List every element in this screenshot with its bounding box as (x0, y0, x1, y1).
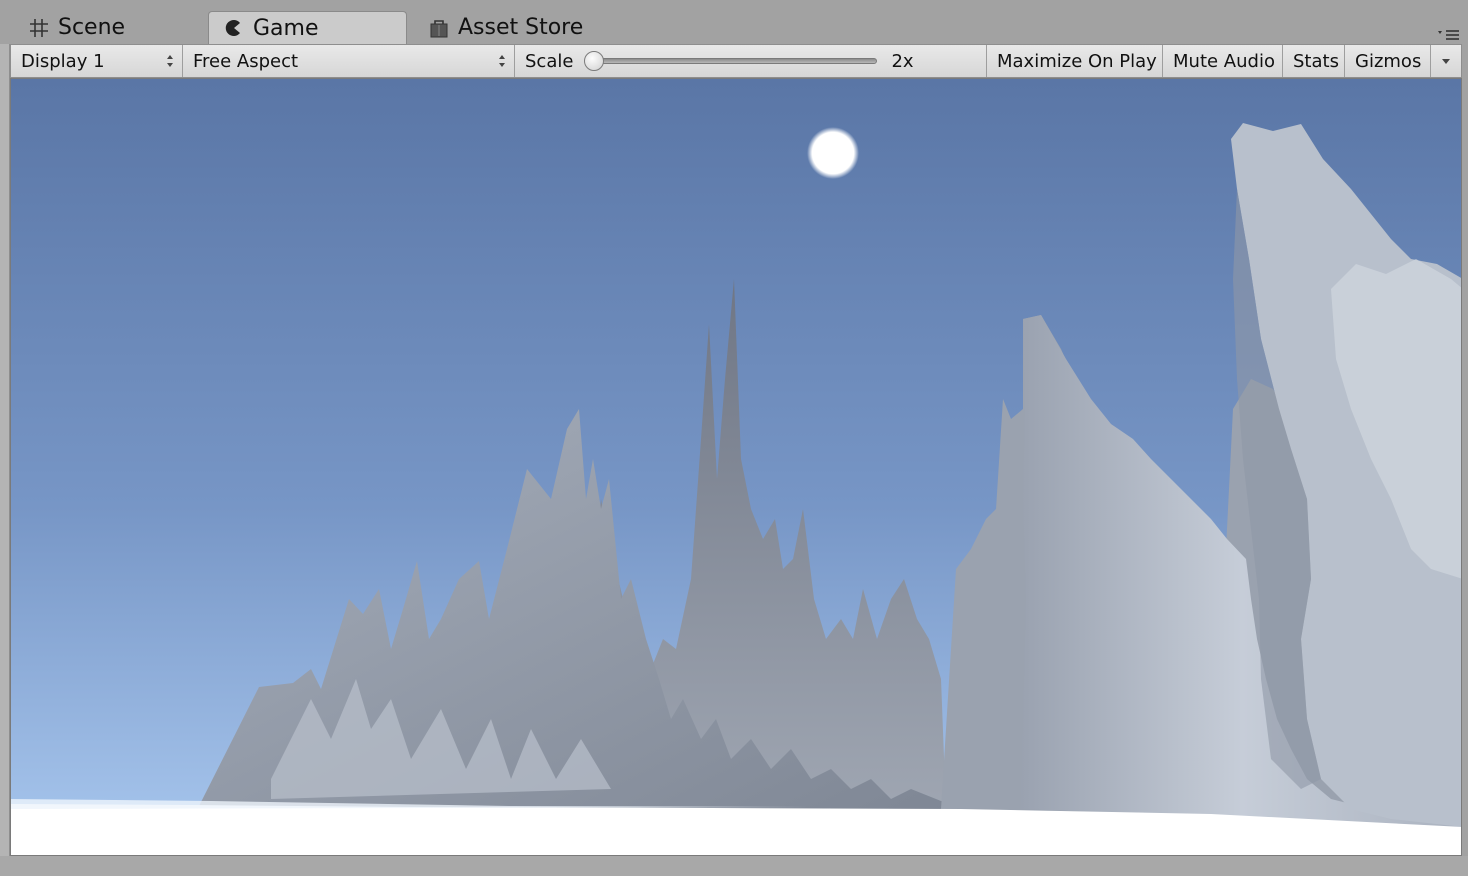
maximize-on-play-label: Maximize On Play (997, 50, 1157, 72)
game-viewport[interactable] (10, 78, 1462, 856)
gizmos-label: Gizmos (1355, 50, 1422, 72)
left-panel-edge (0, 44, 10, 876)
mute-audio-label: Mute Audio (1173, 50, 1275, 72)
stats-toggle[interactable]: Stats (1283, 45, 1345, 77)
game-render (11, 79, 1461, 855)
mute-audio-toggle[interactable]: Mute Audio (1163, 45, 1283, 77)
gizmos-dropdown[interactable] (1431, 45, 1461, 77)
aspect-dropdown[interactable]: Free Aspect (183, 45, 515, 77)
sun (807, 127, 859, 179)
display-dropdown-label: Display 1 (21, 50, 105, 72)
up-down-arrows-icon (167, 55, 173, 67)
scale-value: 2x (891, 50, 914, 72)
tab-strip: Scene Game Asset Store (0, 0, 1468, 44)
scale-label: Scale (525, 50, 574, 72)
tab-asset-store-label: Asset Store (458, 15, 584, 40)
chevron-down-icon (1442, 59, 1450, 64)
window-bottom-edge (0, 856, 1468, 876)
window-menu-icon[interactable] (1438, 28, 1460, 42)
gizmos-toggle[interactable]: Gizmos (1345, 45, 1431, 77)
tab-scene-label: Scene (58, 15, 126, 40)
up-down-arrows-icon (499, 55, 505, 67)
aspect-dropdown-label: Free Aspect (193, 50, 299, 72)
tab-game[interactable]: Game (208, 11, 407, 44)
stats-label: Stats (1293, 50, 1339, 72)
scale-control: Scale 2x (515, 45, 987, 77)
game-toolbar: Display 1 Free Aspect Scale 2x Maximize … (10, 44, 1462, 78)
tab-asset-store[interactable]: Asset Store (414, 11, 644, 44)
display-dropdown[interactable]: Display 1 (11, 45, 183, 77)
grid-icon (30, 18, 48, 37)
tab-game-label: Game (253, 15, 319, 41)
store-bag-icon (430, 19, 448, 37)
game-icon (225, 20, 240, 36)
scale-slider[interactable] (584, 51, 878, 71)
scale-slider-thumb[interactable] (584, 51, 605, 71)
maximize-on-play-toggle[interactable]: Maximize On Play (987, 45, 1163, 77)
tab-scene[interactable]: Scene (14, 11, 194, 44)
